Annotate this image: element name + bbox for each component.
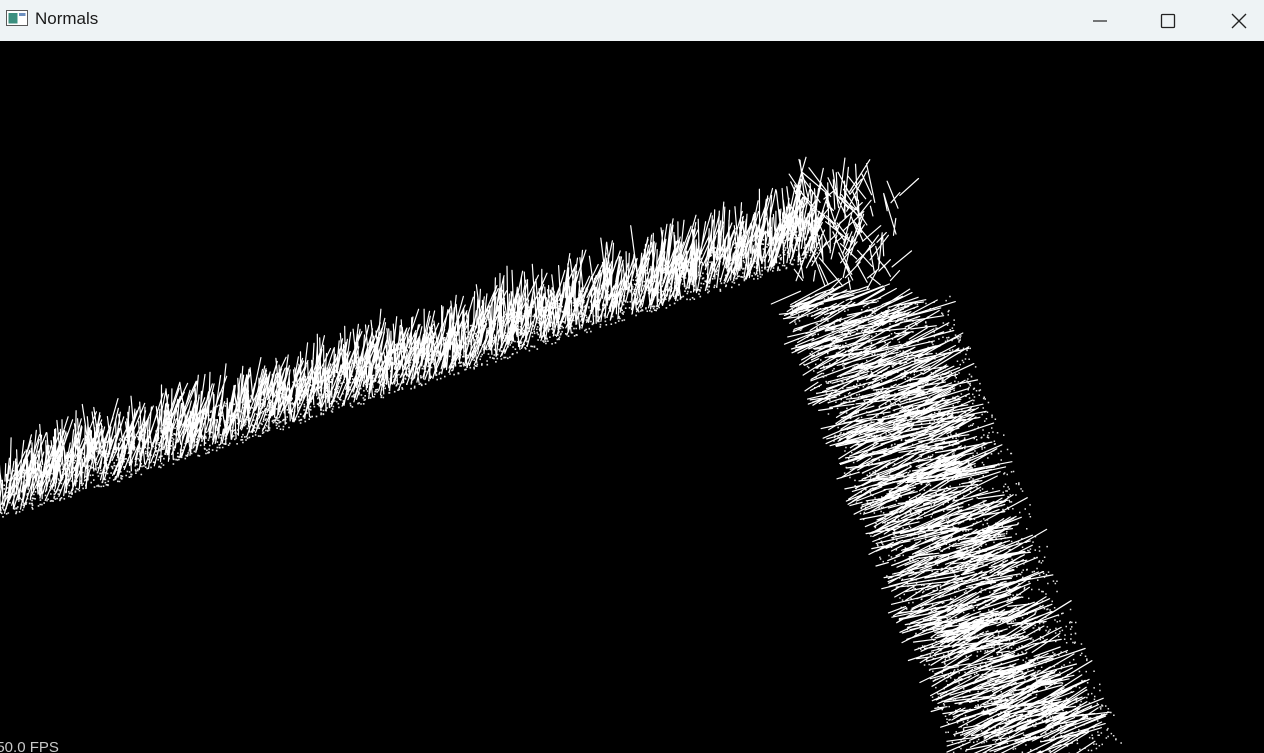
maximize-icon	[1160, 13, 1176, 28]
normal-vectors	[0, 156, 1111, 753]
app-window: Normals 250.0 FPS	[0, 0, 1264, 753]
minimize-icon	[1093, 19, 1107, 22]
normal-lines	[0, 156, 1111, 753]
point-cloud-normals	[0, 156, 1122, 753]
render-viewport[interactable]	[0, 41, 1264, 753]
fps-counter: 250.0 FPS	[0, 739, 59, 753]
minimize-button[interactable]	[1077, 0, 1123, 41]
title-bar[interactable]: Normals	[0, 0, 1264, 41]
close-button[interactable]	[1216, 0, 1262, 41]
close-icon	[1231, 13, 1247, 28]
app-window-icon	[6, 10, 28, 26]
window-title: Normals	[35, 9, 99, 28]
maximize-button[interactable]	[1145, 0, 1191, 41]
